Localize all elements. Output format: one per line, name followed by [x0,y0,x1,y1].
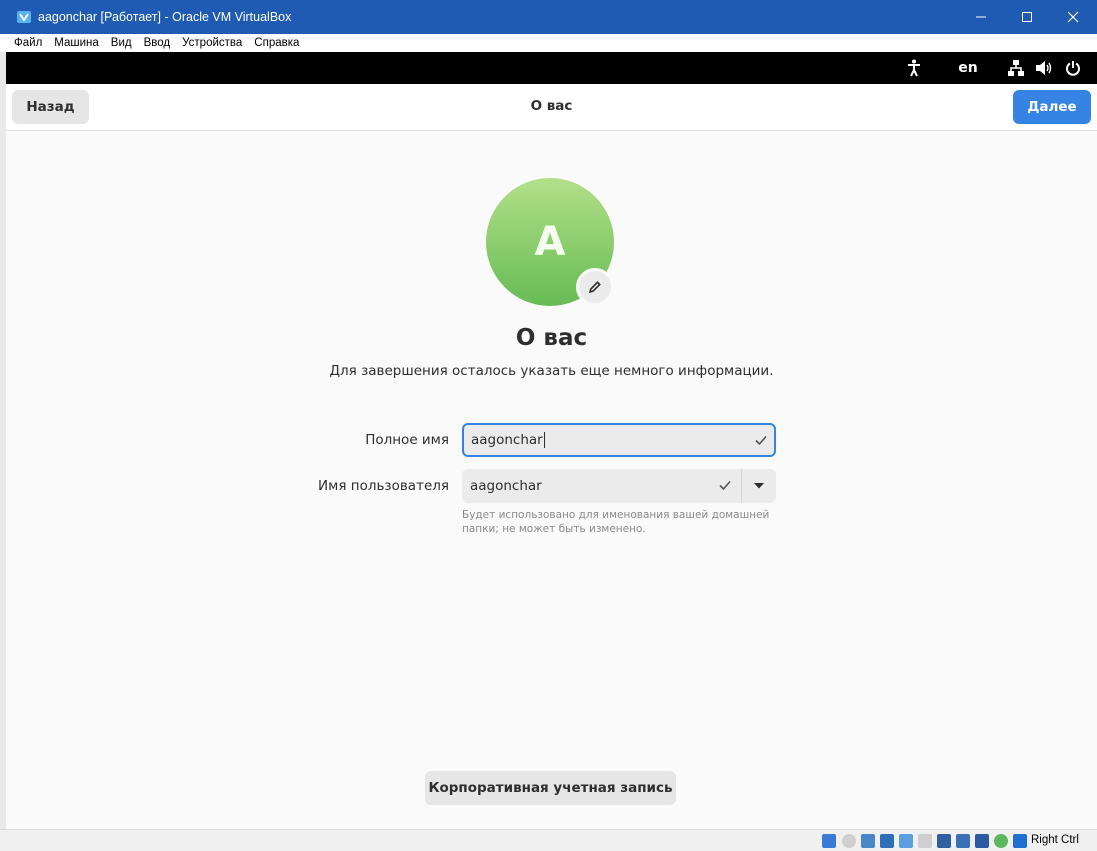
username-combo[interactable]: aagonchar [462,469,776,503]
menu-help[interactable]: Справка [248,37,305,49]
avatar-initial: A [534,219,566,265]
network-icon[interactable] [1006,58,1026,78]
username-value: aagonchar [470,478,542,494]
recording-icon[interactable] [956,834,970,848]
page-title: О вас [515,325,588,351]
minimize-icon [976,16,986,18]
menu-bar: Файл Машина Вид Ввод Устройства Справка [0,34,1097,52]
hard-disk-icon[interactable] [822,834,836,848]
setup-content: A О вас Для завершения осталось указать … [6,131,1097,829]
menu-machine[interactable]: Машина [48,37,105,49]
setup-header: Назад О вас Далее [6,84,1097,131]
menu-input[interactable]: Ввод [138,37,177,49]
menu-file[interactable]: Файл [8,37,48,49]
close-icon [1067,11,1079,23]
gnome-top-bar: en [6,52,1097,84]
menu-view[interactable]: Вид [105,37,138,49]
username-hint: Будет использовано для именования вашей … [462,509,770,535]
full-name-label: Полное имя [365,432,449,448]
username-label: Имя пользователя [318,478,449,494]
menu-devices[interactable]: Устройства [176,37,248,49]
next-button[interactable]: Далее [1013,90,1091,124]
optical-drive-icon[interactable] [842,834,856,848]
chevron-down-icon [754,483,764,489]
shared-folders-icon[interactable] [918,834,932,848]
mouse-integration-icon[interactable] [1013,834,1027,848]
full-name-value: aagonchar [471,432,543,448]
check-icon [755,435,767,446]
window-title: aagonchar [Работает] - Oracle VM Virtual… [38,10,292,24]
window-titlebar[interactable]: aagonchar [Работает] - Oracle VM Virtual… [0,0,1097,34]
avatar-edit-button[interactable] [576,268,614,306]
cpu-icon[interactable] [975,834,989,848]
minimize-button[interactable] [958,0,1004,34]
audio-icon[interactable] [861,834,875,848]
vbox-statusbar: Right Ctrl [0,829,1097,851]
virtualbox-window: aagonchar [Работает] - Oracle VM Virtual… [0,0,1097,851]
maximize-icon [1022,12,1032,22]
network-adapter-icon[interactable] [880,834,894,848]
usb-icon[interactable] [899,834,913,848]
username-dropdown-button[interactable] [742,469,776,503]
guest-additions-icon[interactable] [994,834,1008,848]
accessibility-icon[interactable] [904,58,924,78]
close-button[interactable] [1050,0,1096,34]
virtualbox-app-icon [17,11,31,23]
display-icon[interactable] [937,834,951,848]
full-name-field[interactable]: aagonchar [462,423,776,457]
volume-icon[interactable] [1034,58,1054,78]
maximize-button[interactable] [1004,0,1050,34]
power-icon[interactable] [1063,58,1083,78]
host-key-label: Right Ctrl [1031,834,1079,846]
header-title: О вас [530,98,573,114]
page-subtitle: Для завершения осталось указать еще немн… [329,363,774,379]
check-icon [719,480,731,491]
pencil-icon [588,281,601,294]
language-indicator[interactable]: en [952,58,984,78]
text-caret [543,432,545,448]
enterprise-login-button[interactable]: Корпоративная учетная запись [425,771,676,805]
